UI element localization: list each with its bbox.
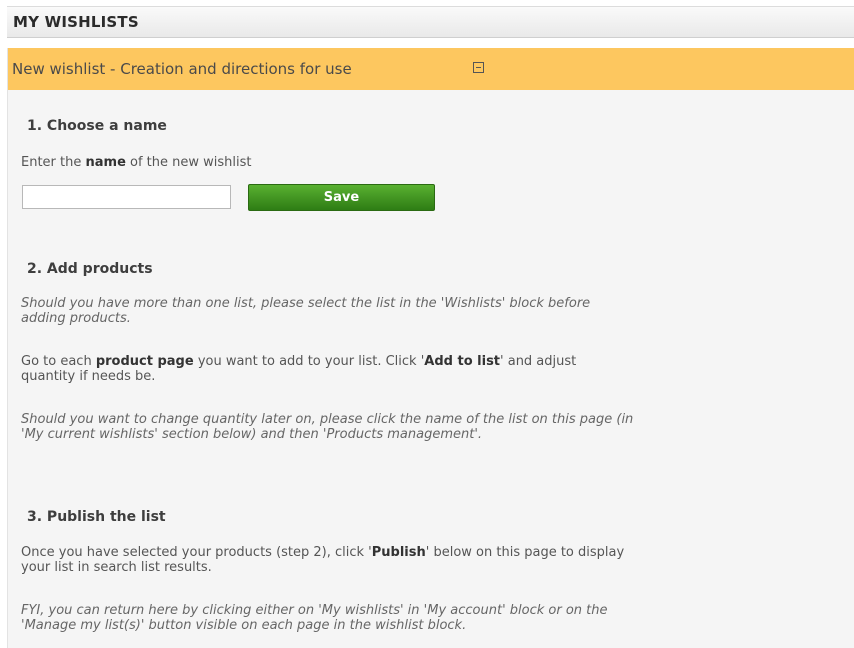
page-header: MY WISHLISTS — [7, 6, 854, 38]
step2-note1-line2: adding products. — [21, 311, 131, 326]
wishlist-page: MY WISHLISTS New wishlist - Creation and… — [0, 0, 854, 648]
step3-heading: 3. Publish the list — [27, 509, 166, 525]
panel-header[interactable]: New wishlist - Creation and directions f… — [8, 48, 854, 90]
step2-note2-line1: Should you want to change quantity later… — [21, 412, 634, 427]
step3-paragraph-line2: your list in search list results. — [21, 560, 212, 575]
page-title: MY WISHLISTS — [13, 13, 139, 31]
step1-heading: 1. Choose a name — [27, 118, 167, 134]
step1-instruction: Enter the name of the new wishlist — [21, 155, 252, 170]
save-button[interactable]: Save — [248, 184, 435, 211]
step3-note-line1: FYI, you can return here by clicking eit… — [21, 603, 608, 618]
step3-paragraph-line1: Once you have selected your products (st… — [21, 545, 625, 560]
step2-note2-line2: 'My current wishlists' section below) an… — [21, 427, 483, 442]
step2-paragraph-line1: Go to each product page you want to add … — [21, 354, 577, 369]
panel-title[interactable]: New wishlist - Creation and directions f… — [12, 60, 352, 78]
step2-heading: 2. Add products — [27, 261, 153, 277]
step2-paragraph-line2: quantity if needs be. — [21, 369, 156, 384]
step3-note-line2: 'Manage my list(s)' button visible on ea… — [21, 618, 467, 633]
step2-note1-line1: Should you have more than one list, plea… — [21, 296, 591, 311]
wishlist-name-input[interactable] — [22, 185, 231, 209]
collapse-icon[interactable] — [473, 62, 484, 73]
new-wishlist-panel: New wishlist - Creation and directions f… — [7, 48, 854, 648]
